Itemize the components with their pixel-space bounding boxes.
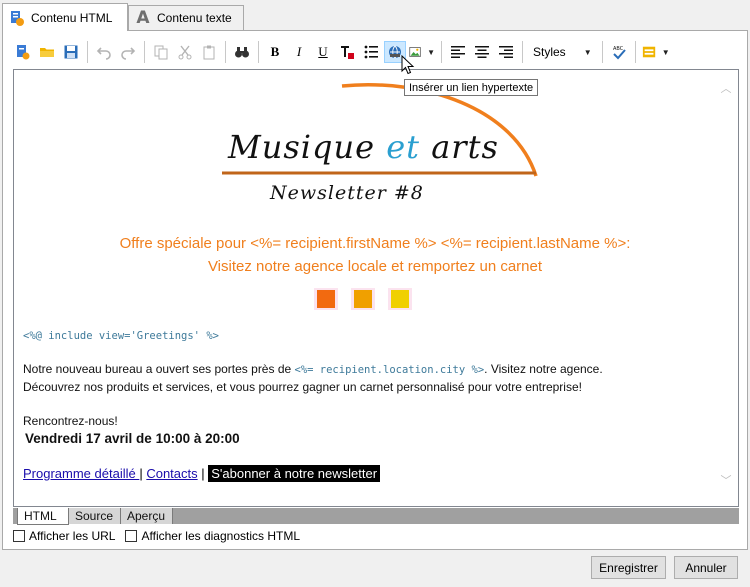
show-html-diagnostics-checkbox[interactable]: Afficher les diagnostics HTML [125,529,300,543]
hyperlink-tooltip: Insérer un lien hypertexte [404,79,539,96]
tab-source-view[interactable]: Source [69,508,121,524]
logo-subtitle: Newsletter #8 [270,182,424,204]
view-mode-tabs: HTML Source Aperçu [13,508,739,525]
paragraph-products: Découvrez nos produits et services, et v… [23,380,582,394]
footer-links: Programme détaillé | Contacts | S'abonne… [23,465,381,482]
tab-html-content[interactable]: Contenu HTML [2,3,128,31]
paste-icon[interactable] [198,41,220,63]
yellow-square [391,290,409,308]
checkbox-box[interactable] [125,530,138,542]
align-right-icon[interactable] [495,41,517,63]
program-link[interactable]: Programme détaillé [23,466,139,481]
event-date-text: Vendredi 17 avril de 10:00 à 20:00 [25,431,240,446]
tab-html-view[interactable]: HTML [17,508,69,525]
bullet-list-icon[interactable] [360,41,382,63]
checkbox-box[interactable] [13,530,25,542]
redo-icon[interactable] [117,41,139,63]
html-doc-icon [9,10,25,26]
chevron-down-icon: ▼ [661,47,670,57]
cancel-button[interactable]: Annuler [674,556,738,579]
find-binoculars-icon[interactable] [231,41,253,63]
paragraph-office: Notre nouveau bureau a ouvert ses portes… [23,362,603,376]
show-urls-checkbox[interactable]: Afficher les URL [13,529,115,543]
toolbar-separator [87,41,88,63]
html-editor-panel: B I U ▼ Styles ▼ ABC ▼ ︿ ﹀ Musique et ar… [2,30,748,550]
import-icon[interactable] [12,41,34,63]
tab-label: Contenu HTML [31,10,113,25]
insert-block-icon[interactable]: ▼ [641,41,671,63]
chevron-down-icon: ▼ [583,47,592,57]
cut-icon[interactable] [174,41,196,63]
styles-dropdown[interactable]: Styles ▼ [529,41,596,63]
chevron-down-icon: ▼ [427,47,435,57]
meet-us-text: Rencontrez-nous! [23,414,118,428]
color-squares [14,288,736,310]
contacts-link[interactable]: Contacts [146,466,197,481]
subscribe-link[interactable]: S'abonner à notre newsletter [208,465,381,482]
scroll-up-arrow-icon[interactable]: ︿ [720,82,732,95]
html-editor-area[interactable]: ︿ ﹀ Musique et arts Newsletter #8 Offre … [13,69,739,507]
newsletter-logo: Musique et arts Newsletter #8 [214,78,554,214]
save-icon[interactable] [60,41,82,63]
toolbar-separator [225,41,226,63]
toolbar-separator [601,41,603,63]
tab-preview-view[interactable]: Aperçu [121,508,173,524]
undo-icon[interactable] [93,41,115,63]
tab-label: Contenu texte [157,11,232,25]
amber-square [354,290,372,308]
text-color-icon[interactable] [336,41,358,63]
underline-button[interactable]: U [312,41,334,63]
content-tab-bar: Contenu HTML A Contenu texte [0,0,750,31]
mouse-cursor-icon [401,55,415,75]
scroll-down-arrow-icon[interactable]: ﹀ [720,474,732,487]
toolbar-separator [634,41,636,63]
save-button[interactable]: Enregistrer [591,556,666,579]
logo-title: Musique et arts [228,128,499,166]
italic-button[interactable]: I [288,41,310,63]
toolbar-separator [144,41,145,63]
align-center-icon[interactable] [471,41,493,63]
display-options: Afficher les URL Afficher les diagnostic… [13,529,310,543]
svg-text:ABC: ABC [613,46,624,52]
special-offer-text: Offre spéciale pour <%= recipient.firstN… [119,235,631,275]
open-folder-icon[interactable] [36,41,58,63]
toolbar-separator [441,41,442,63]
tab-text-content[interactable]: A Contenu texte [128,5,244,30]
copy-icon[interactable] [150,41,172,63]
editor-toolbar: B I U ▼ Styles ▼ ABC ▼ [11,37,735,67]
align-left-icon[interactable] [447,41,469,63]
text-a-icon: A [136,8,150,28]
orange-square [317,290,335,308]
toolbar-separator [258,41,259,63]
spellcheck-icon[interactable]: ABC [608,41,630,63]
bold-button[interactable]: B [264,41,286,63]
toolbar-separator [522,41,523,63]
include-code: <%@ include view='Greetings' %> [23,330,219,342]
